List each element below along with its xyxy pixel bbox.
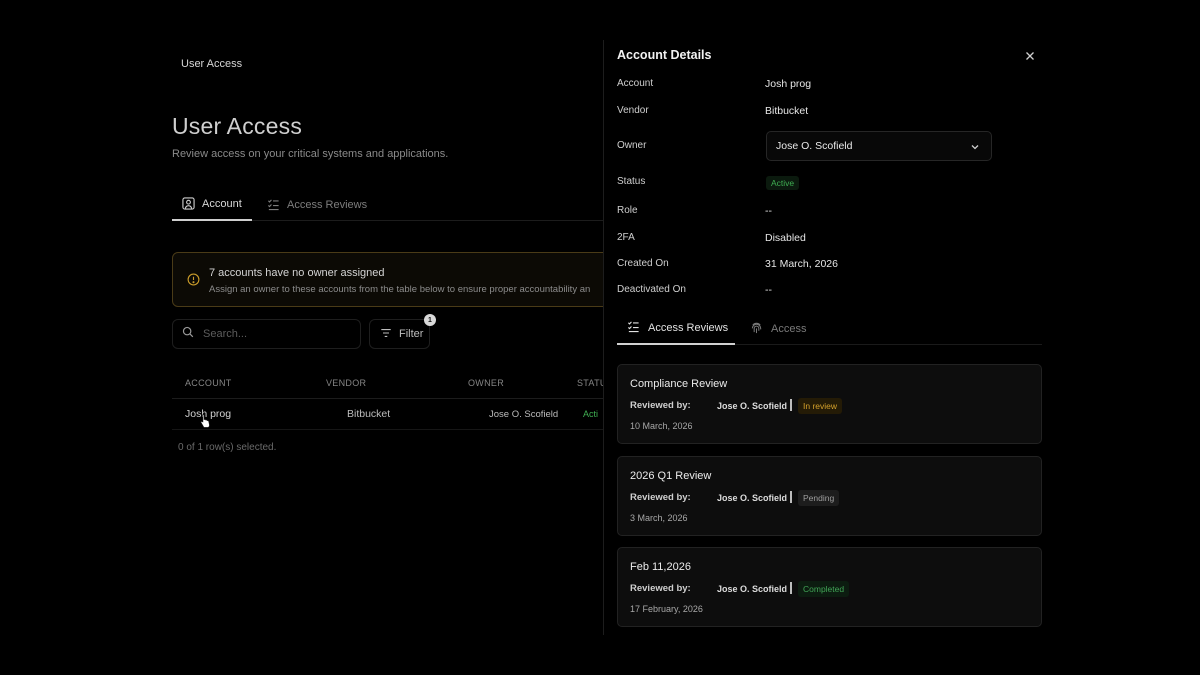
search-icon (182, 325, 194, 343)
review-card[interactable]: 2026 Q1 Review Reviewed by: Jose O. Scof… (617, 456, 1042, 536)
main-tabs: Account Access Reviews (172, 188, 612, 221)
filter-button[interactable]: Filter (369, 319, 430, 349)
cell-owner: Jose O. Scofield (489, 409, 559, 420)
reviewed-by-label: Reviewed by: (630, 492, 691, 503)
account-details-panel: Account Details Account Josh prog Vendor… (603, 40, 1050, 635)
reviewed-by-label: Reviewed by: (630, 400, 691, 411)
list-checks-icon (267, 198, 280, 211)
review-card[interactable]: Feb 11,2026 Reviewed by: Jose O. Scofiel… (617, 547, 1042, 627)
status-label: Status (617, 176, 646, 187)
review-date: 10 March, 2026 (630, 421, 693, 431)
cell-status: Acti (583, 409, 599, 419)
vendor-label: Vendor (617, 105, 649, 116)
panel-tabs: Access Reviews Access (617, 312, 1042, 345)
review-title: 2026 Q1 Review (630, 470, 712, 482)
deactivated-on-label: Deactivated On (617, 284, 686, 295)
filter-count-badge: 1 (424, 314, 436, 326)
page-title: User Access (172, 113, 303, 139)
account-value: Josh prog (765, 78, 812, 90)
separator (790, 399, 792, 411)
twofa-label: 2FA (617, 232, 635, 243)
created-on-label: Created On (617, 258, 669, 269)
reviewer-name: Jose O. Scofield (717, 401, 788, 411)
tab-account[interactable]: Account (172, 188, 252, 221)
review-status-badge: Pending (798, 490, 840, 506)
list-checks-icon (627, 320, 640, 336)
close-icon[interactable] (1023, 49, 1037, 63)
filter-label: Filter (399, 328, 424, 340)
tab-panel-access[interactable]: Access (750, 312, 806, 345)
alert-text: Assign an owner to these accounts from t… (209, 284, 591, 295)
row-divider (172, 429, 612, 430)
created-on-value: 31 March, 2026 (765, 258, 838, 270)
review-date: 3 March, 2026 (630, 513, 688, 523)
user-square-icon (182, 197, 195, 210)
tab-panel-access-reviews[interactable]: Access Reviews (617, 312, 735, 345)
tab-access-reviews-label: Access Reviews (287, 198, 368, 211)
column-header-vendor[interactable]: VENDOR (326, 378, 366, 388)
twofa-value: Disabled (765, 232, 806, 244)
search-input[interactable] (203, 328, 343, 340)
breadcrumb[interactable]: User Access (181, 58, 242, 70)
chevron-down-icon (970, 142, 980, 155)
review-title: Feb 11,2026 (630, 561, 691, 573)
owner-select[interactable]: Jose O. Scofield (766, 131, 992, 161)
page-subtitle: Review access on your critical systems a… (172, 148, 449, 160)
tab-panel-access-label: Access (771, 322, 807, 335)
role-value: -- (765, 205, 772, 217)
pointer-cursor-icon (200, 413, 211, 433)
no-owner-alert: 7 accounts have no owner assigned Assign… (172, 252, 612, 307)
column-header-owner[interactable]: OWNER (468, 378, 504, 388)
alert-circle-icon (187, 273, 200, 291)
search-box[interactable] (172, 319, 361, 349)
review-date: 17 February, 2026 (630, 604, 703, 614)
reviewer-name: Jose O. Scofield (717, 584, 788, 594)
review-title: Compliance Review (630, 378, 728, 390)
filter-icon (380, 327, 392, 342)
reviewer-name: Jose O. Scofield (717, 493, 788, 503)
reviewed-by-label: Reviewed by: (630, 583, 691, 594)
tab-account-label: Account (202, 197, 242, 210)
panel-title: Account Details (617, 48, 712, 62)
owner-label: Owner (617, 140, 647, 151)
row-selection-count: 0 of 1 row(s) selected. (178, 442, 277, 453)
review-card[interactable]: Compliance Review Reviewed by: Jose O. S… (617, 364, 1042, 444)
alert-title: 7 accounts have no owner assigned (209, 267, 385, 279)
tab-access-reviews[interactable]: Access Reviews (267, 188, 367, 221)
fingerprint-icon (750, 321, 763, 337)
cell-vendor: Bitbucket (347, 408, 391, 420)
role-label: Role (617, 205, 638, 216)
deactivated-on-value: -- (765, 284, 772, 296)
review-status-badge: Completed (798, 581, 850, 597)
header-divider (172, 398, 612, 399)
separator (790, 491, 792, 503)
tab-panel-access-reviews-label: Access Reviews (648, 321, 729, 334)
column-header-account[interactable]: ACCOUNT (185, 378, 232, 388)
review-status-badge: In review (798, 398, 843, 414)
separator (790, 582, 792, 594)
account-label: Account (617, 78, 654, 89)
owner-select-value: Jose O. Scofield (776, 140, 853, 152)
status-badge: Active (766, 176, 800, 190)
vendor-value: Bitbucket (765, 105, 809, 117)
